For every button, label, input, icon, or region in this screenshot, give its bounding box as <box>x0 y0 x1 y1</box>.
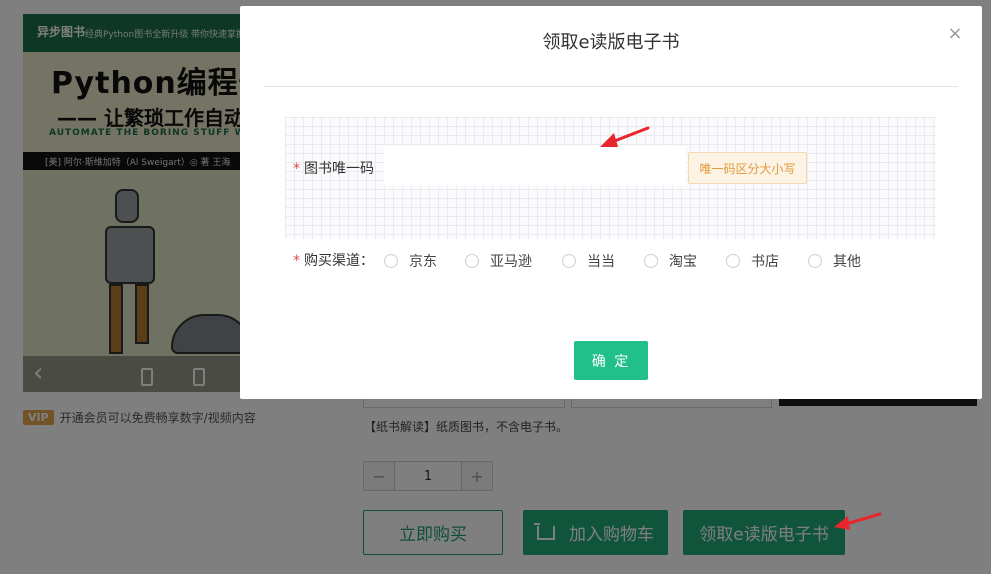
channel-label-text: 购买渠道： <box>304 253 374 269</box>
close-icon[interactable]: × <box>945 24 965 44</box>
isbn-label-text: 图书唯一码 <box>304 161 374 177</box>
channel-option-label: 书店 <box>751 254 779 270</box>
radio-circle-icon[interactable] <box>808 254 822 268</box>
radio-circle-icon[interactable] <box>384 254 398 268</box>
channel-radio-other[interactable]: 其他 <box>808 251 861 271</box>
channel-option-label: 淘宝 <box>669 254 697 270</box>
dialog-title: 领取e读版电子书 <box>542 32 680 53</box>
channel-radio-dangdang[interactable]: 当当 <box>562 251 615 271</box>
dialog-divider <box>264 86 958 87</box>
channel-radio-taobao[interactable]: 淘宝 <box>644 251 697 271</box>
channel-radio-jd[interactable]: 京东 <box>384 251 437 271</box>
channel-radio-bookstore[interactable]: 书店 <box>726 251 779 271</box>
ebook-claim-dialog: 领取e读版电子书 × * 图书唯一码 唯一码区分大小写 * 购买渠道： 京东 亚马逊… <box>240 6 982 399</box>
radio-circle-icon[interactable] <box>465 254 479 268</box>
required-mark: * <box>293 253 300 269</box>
isbn-label: * 图书唯一码 <box>293 158 374 178</box>
case-sensitive-hint: 唯一码区分大小写 <box>688 152 807 184</box>
radio-circle-icon[interactable] <box>726 254 740 268</box>
channel-radio-amazon[interactable]: 亚马逊 <box>465 251 532 271</box>
channel-label: * 购买渠道： <box>293 250 374 270</box>
radio-circle-icon[interactable] <box>562 254 576 268</box>
channel-option-label: 亚马逊 <box>490 254 532 270</box>
channel-option-label: 京东 <box>409 254 437 270</box>
confirm-button[interactable]: 确 定 <box>574 341 648 380</box>
channel-option-label: 当当 <box>587 254 615 270</box>
required-mark: * <box>293 161 300 177</box>
channel-option-label: 其他 <box>833 254 861 270</box>
isbn-input[interactable] <box>384 146 686 186</box>
radio-circle-icon[interactable] <box>644 254 658 268</box>
